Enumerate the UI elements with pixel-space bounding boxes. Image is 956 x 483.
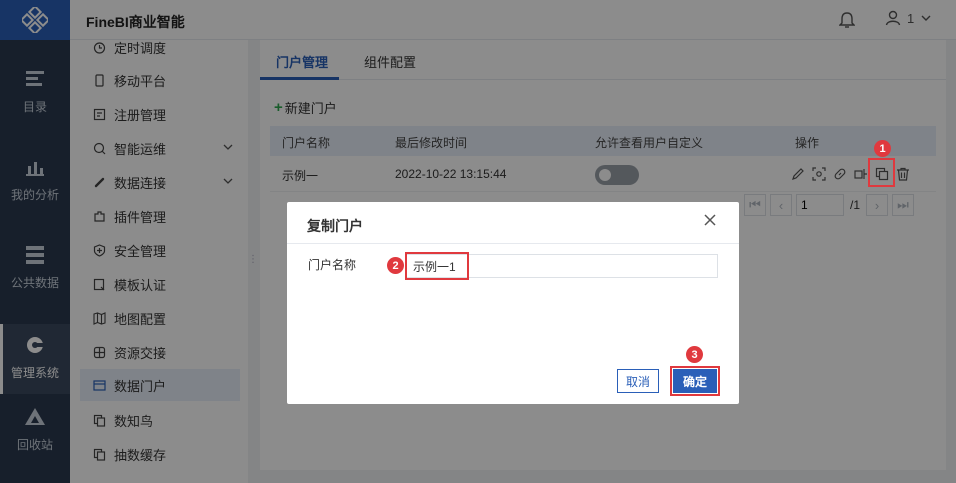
step1-badge: 1 bbox=[874, 140, 891, 157]
step2-badge: 2 bbox=[387, 257, 404, 274]
portal-name-label: 门户名称 bbox=[308, 258, 357, 272]
dialog-header: 复制门户 bbox=[287, 202, 739, 244]
step1-highlight bbox=[868, 158, 895, 187]
dialog-title: 复制门户 bbox=[307, 218, 363, 234]
cancel-button[interactable]: 取消 bbox=[617, 369, 659, 393]
step3-highlight bbox=[670, 366, 720, 396]
step2-highlight bbox=[405, 252, 469, 280]
close-icon[interactable] bbox=[704, 214, 716, 229]
step3-badge: 3 bbox=[686, 346, 703, 363]
copy-portal-dialog: 复制门户 门户名称 2 取消 确定 3 bbox=[287, 202, 739, 404]
